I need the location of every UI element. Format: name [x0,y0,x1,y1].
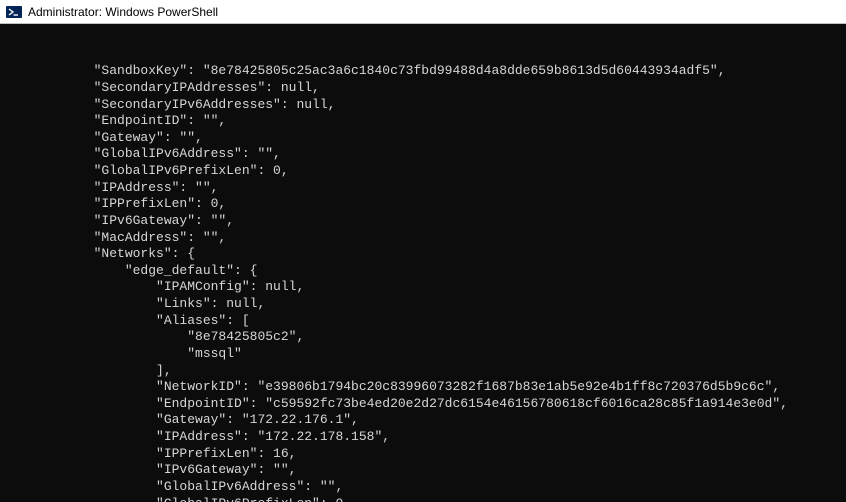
terminal-output[interactable]: "SandboxKey": "8e78425805c25ac3a6c1840c7… [0,24,846,502]
terminal-line: "Networks": { [0,246,846,263]
terminal-line: "SecondaryIPv6Addresses": null, [0,97,846,114]
window-titlebar[interactable]: Administrator: Windows PowerShell [0,0,846,24]
terminal-line: ], [0,363,846,380]
terminal-line: "Aliases": [ [0,313,846,330]
terminal-line: "IPPrefixLen": 0, [0,196,846,213]
terminal-line: "Gateway": "", [0,130,846,147]
terminal-line: "GlobalIPv6Address": "", [0,479,846,496]
terminal-line: "MacAddress": "", [0,230,846,247]
terminal-line: "NetworkID": "e39806b1794bc20c8399607328… [0,379,846,396]
terminal-line: "mssql" [0,346,846,363]
terminal-line: "EndpointID": "", [0,113,846,130]
terminal-line: "GlobalIPv6Address": "", [0,146,846,163]
terminal-line: "8e78425805c2", [0,329,846,346]
terminal-line: "EndpointID": "c59592fc73be4ed20e2d27dc6… [0,396,846,413]
terminal-line: "IPPrefixLen": 16, [0,446,846,463]
terminal-line: "GlobalIPv6PrefixLen": 0, [0,163,846,180]
terminal-line: "Links": null, [0,296,846,313]
terminal-line: "SandboxKey": "8e78425805c25ac3a6c1840c7… [0,63,846,80]
terminal-line: "GlobalIPv6PrefixLen": 0, [0,496,846,502]
terminal-line: "edge_default": { [0,263,846,280]
terminal-line: "IPv6Gateway": "", [0,462,846,479]
powershell-icon [6,4,22,20]
terminal-line: "IPv6Gateway": "", [0,213,846,230]
terminal-line: "SecondaryIPAddresses": null, [0,80,846,97]
terminal-line: "Gateway": "172.22.176.1", [0,412,846,429]
terminal-line: "IPAddress": "172.22.178.158", [0,429,846,446]
terminal-line: "IPAMConfig": null, [0,279,846,296]
window-title: Administrator: Windows PowerShell [28,5,218,19]
terminal-line: "IPAddress": "", [0,180,846,197]
